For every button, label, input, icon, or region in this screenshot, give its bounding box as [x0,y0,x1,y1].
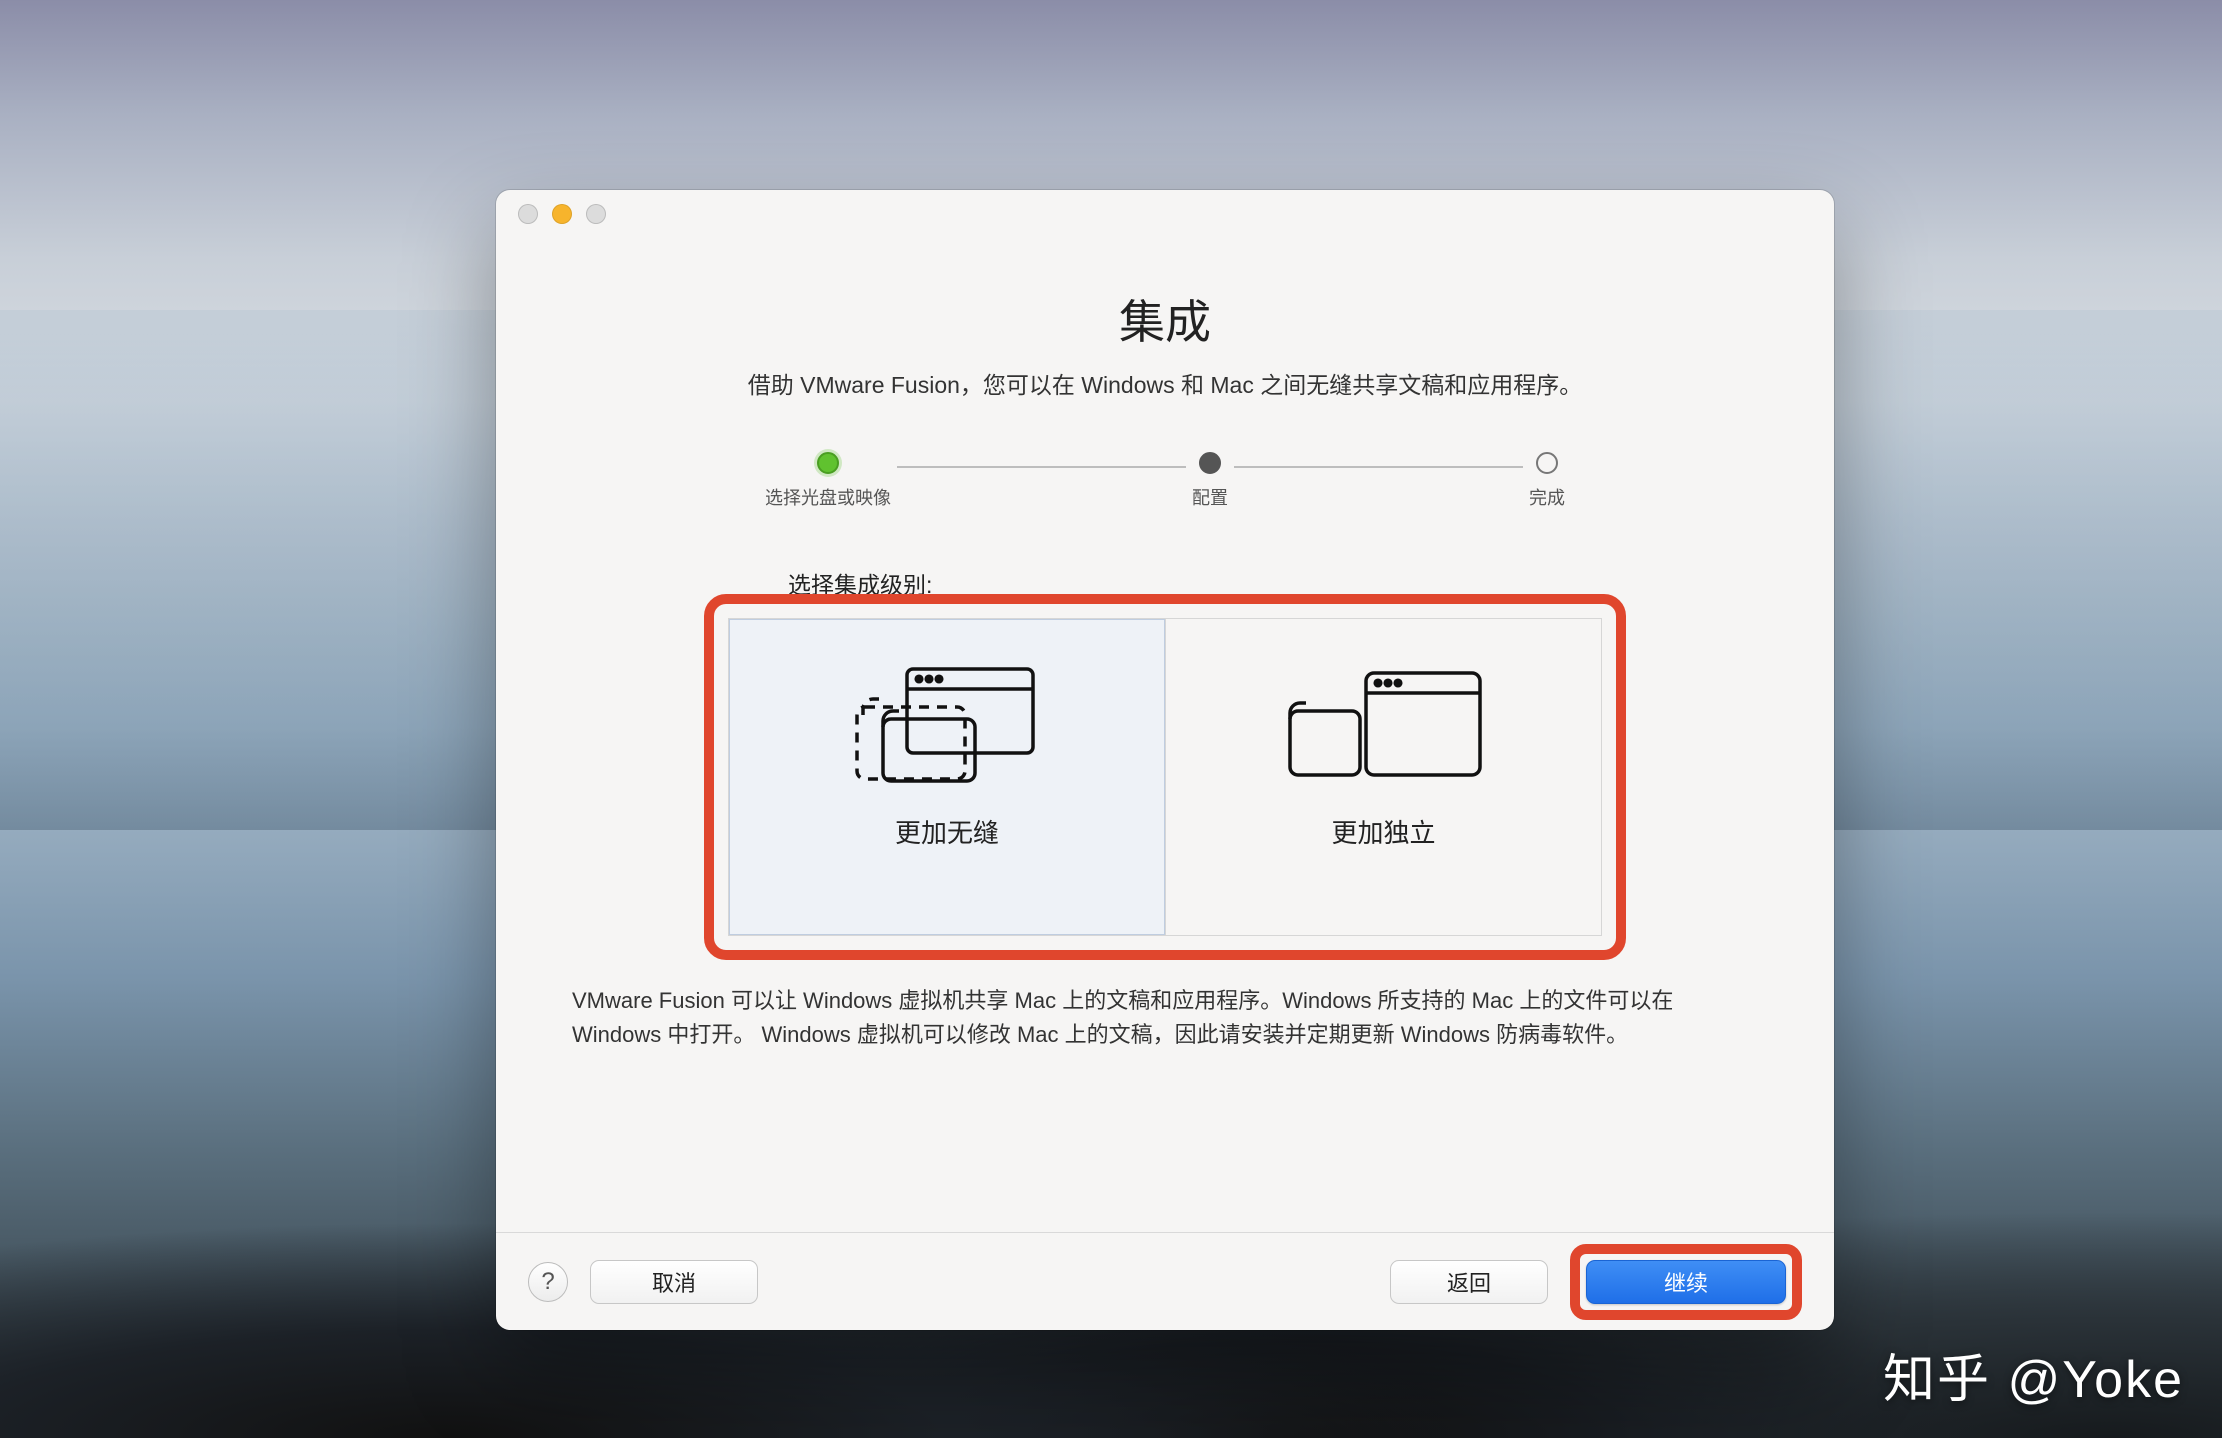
help-icon: ? [541,1268,554,1296]
choice-isolated-label: 更加独立 [1331,813,1435,850]
step-dot-current-icon [1199,452,1221,474]
step-configure: 配置 [1192,452,1228,510]
cancel-button[interactable]: 取消 [590,1260,758,1304]
annotation-highlight-continue: 继续 [1570,1244,1802,1320]
choice-seamless[interactable]: 更加无缝 [728,618,1165,936]
progress-stepper: 选择光盘或映像 配置 完成 [765,452,1565,510]
dialog-footer: ? 取消 返回 继续 [496,1232,1834,1330]
watermark-credit: 知乎 @Yoke [1883,1337,2184,1412]
choice-isolated[interactable]: 更加独立 [1165,618,1602,936]
integration-description: VMware Fusion 可以让 Windows 虚拟机共享 Mac 上的文稿… [572,984,1758,1052]
seamless-icon [843,663,1051,789]
close-icon[interactable] [518,204,538,224]
step-dot-done-icon [817,452,839,474]
step-select-disk: 选择光盘或映像 [765,452,891,510]
installer-window: 集成 借助 VMware Fusion，您可以在 Windows 和 Mac 之… [496,190,1834,1330]
step-label: 配置 [1192,484,1228,510]
stepper-line [897,466,1186,468]
minimize-icon[interactable] [552,204,572,224]
maximize-icon[interactable] [586,204,606,224]
help-button[interactable]: ? [528,1262,568,1302]
stepper-line [1234,466,1523,468]
isolated-icon [1280,663,1488,789]
step-finish: 完成 [1529,452,1565,510]
step-label: 完成 [1529,484,1565,510]
titlebar [496,190,1834,238]
step-label: 选择光盘或映像 [765,484,891,510]
back-button[interactable]: 返回 [1390,1260,1548,1304]
choice-seamless-label: 更加无缝 [895,813,999,850]
section-label: 选择集成级别: [788,566,1834,600]
step-dot-pending-icon [1536,452,1558,474]
page-title: 集成 [496,286,1834,352]
page-subtitle: 借助 VMware Fusion，您可以在 Windows 和 Mac 之间无缝… [496,366,1834,400]
continue-button[interactable]: 继续 [1586,1260,1786,1304]
integration-choice-group: 更加无缝 更加独立 [728,618,1602,936]
